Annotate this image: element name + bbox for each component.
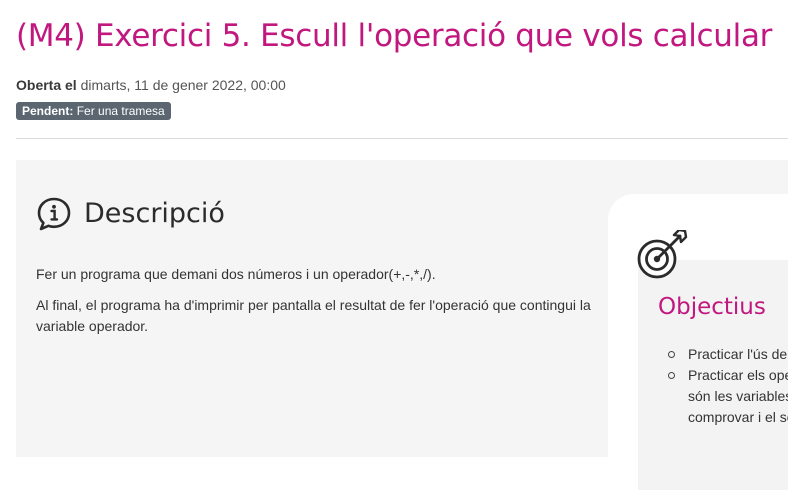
status-badge-value: Fer una tramesa — [76, 104, 165, 118]
open-date-label: Oberta el — [16, 77, 77, 93]
description-text: Fer un programa que demani dos números i… — [36, 264, 596, 347]
objectives-card: Objectius Practicar l'ús de condicionals… — [608, 194, 788, 490]
open-date-value: dimarts, 11 de gener 2022, 00:00 — [80, 77, 286, 93]
open-date: Oberta el dimarts, 11 de gener 2022, 00:… — [16, 77, 286, 93]
target-arrow-icon — [637, 230, 688, 279]
list-item: Practicar l'ús de condicionals. — [658, 344, 788, 365]
objectives-heading: Objectius — [658, 294, 766, 320]
description-heading: Descripció — [84, 198, 225, 229]
status-badge: Pendent: Fer una tramesa — [16, 102, 171, 120]
header-divider — [16, 138, 788, 139]
objectives-list: Practicar l'ús de condicionals. Practica… — [658, 344, 788, 428]
activity-content: Descripció Fer un programa que demani do… — [16, 160, 788, 490]
description-paragraph: Fer un programa que demani dos números i… — [36, 266, 436, 282]
objectives-panel: Objectius Practicar l'ús de condicionals… — [638, 260, 788, 490]
list-item: Practicar els operadors, quines són les … — [658, 365, 788, 428]
description-paragraph: Al final, el programa ha d'imprimir per … — [36, 297, 591, 334]
info-speech-bubble-icon — [37, 197, 71, 231]
status-badge-label: Pendent: — [22, 104, 74, 118]
page-title: (M4) Exercici 5. Escull l'operació que v… — [16, 18, 773, 54]
